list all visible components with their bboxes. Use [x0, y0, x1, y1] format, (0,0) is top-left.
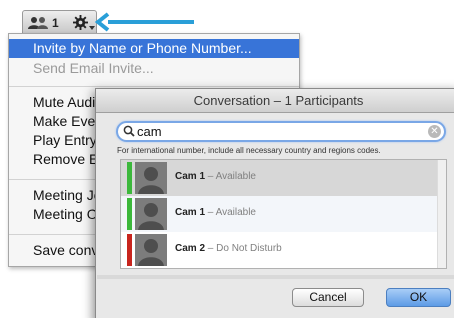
avatar — [135, 198, 167, 230]
presence-indicator — [127, 162, 132, 194]
list-scrollbar[interactable] — [437, 160, 446, 268]
contact-results-list: Cam 1 – Available Cam 1 – Available Cam … — [120, 159, 447, 269]
search-value: cam — [137, 124, 162, 139]
avatar — [135, 234, 167, 266]
search-icon — [123, 125, 135, 137]
menu-item-send-email-invite[interactable]: Send Email Invite... — [9, 59, 299, 78]
clear-search-icon[interactable]: ✕ — [428, 125, 441, 138]
presence-indicator — [127, 198, 132, 230]
international-number-hint: For international number, include all ne… — [117, 146, 381, 155]
ok-button[interactable]: OK — [386, 288, 451, 307]
cancel-button[interactable]: Cancel — [292, 288, 364, 307]
dialog-title: Conversation – 1 Participants — [96, 89, 454, 113]
participant-count: 1 — [52, 15, 59, 30]
presence-indicator — [127, 234, 132, 266]
invite-participants-dialog: Conversation – 1 Participants cam ✕ For … — [95, 88, 454, 318]
callout-arrow-icon — [94, 12, 194, 32]
contact-row[interactable]: Cam 2 – Do Not Disturb — [121, 232, 446, 268]
contact-label: Cam 1 – Available — [175, 207, 256, 218]
person-silhouette-icon — [138, 203, 164, 230]
menu-separator — [9, 86, 299, 87]
contact-status: – Available — [207, 207, 256, 218]
search-input[interactable]: cam ✕ — [116, 121, 446, 142]
contact-label: Cam 2 – Do Not Disturb — [175, 243, 282, 254]
settings-button[interactable] — [70, 13, 90, 32]
participants-button[interactable]: 1 — [27, 14, 59, 31]
contact-status: – Available — [207, 171, 256, 182]
participants-icon — [28, 16, 48, 29]
person-silhouette-icon — [138, 239, 164, 266]
gear-icon — [72, 15, 88, 30]
conversation-toolbar: 1 — [22, 10, 97, 34]
contact-name: Cam 2 — [175, 243, 206, 254]
contact-status: – Do Not Disturb — [207, 243, 282, 254]
contact-row[interactable]: Cam 1 – Available — [121, 196, 446, 232]
contact-label: Cam 1 – Available — [175, 171, 256, 182]
dialog-divider — [97, 275, 454, 279]
avatar — [135, 162, 167, 194]
contact-name: Cam 1 — [175, 171, 206, 182]
menu-item-invite-by-name[interactable]: Invite by Name or Phone Number... — [9, 39, 299, 58]
contact-name: Cam 1 — [175, 207, 206, 218]
person-silhouette-icon — [138, 167, 164, 194]
contact-row[interactable]: Cam 1 – Available — [121, 160, 446, 196]
